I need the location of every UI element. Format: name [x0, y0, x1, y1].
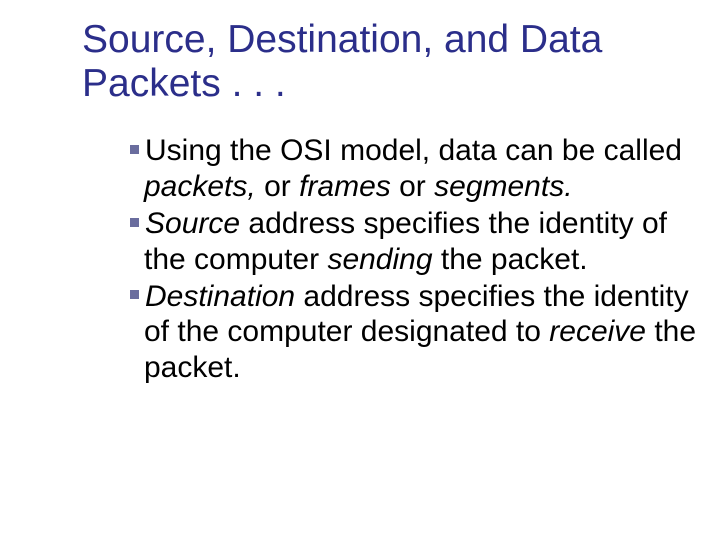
- square-bullet-icon: [130, 218, 139, 227]
- square-bullet-icon: [130, 145, 139, 154]
- italic-text: segments.: [434, 170, 572, 203]
- bullet-item: Destination address specifies the identi…: [130, 279, 710, 385]
- slide-body: Using the OSI model, data can be called …: [130, 133, 710, 385]
- italic-text: packets,: [144, 170, 256, 203]
- italic-text: frames: [299, 170, 391, 203]
- bullet-item: Source address specifies the identity of…: [130, 206, 710, 277]
- italic-text: receive: [549, 315, 646, 348]
- square-bullet-icon: [130, 290, 139, 299]
- bullet-item: Using the OSI model, data can be called …: [130, 133, 710, 204]
- text: Using the OSI model, data can be called: [145, 134, 682, 167]
- italic-text: sending: [327, 243, 432, 276]
- text: the packet.: [433, 243, 588, 276]
- text: or: [256, 170, 299, 203]
- slide-title: Source, Destination, and Data Packets . …: [82, 18, 710, 105]
- text: or: [391, 170, 434, 203]
- italic-text: Source: [145, 207, 240, 240]
- italic-text: Destination: [145, 280, 295, 313]
- slide: Source, Destination, and Data Packets . …: [0, 0, 720, 540]
